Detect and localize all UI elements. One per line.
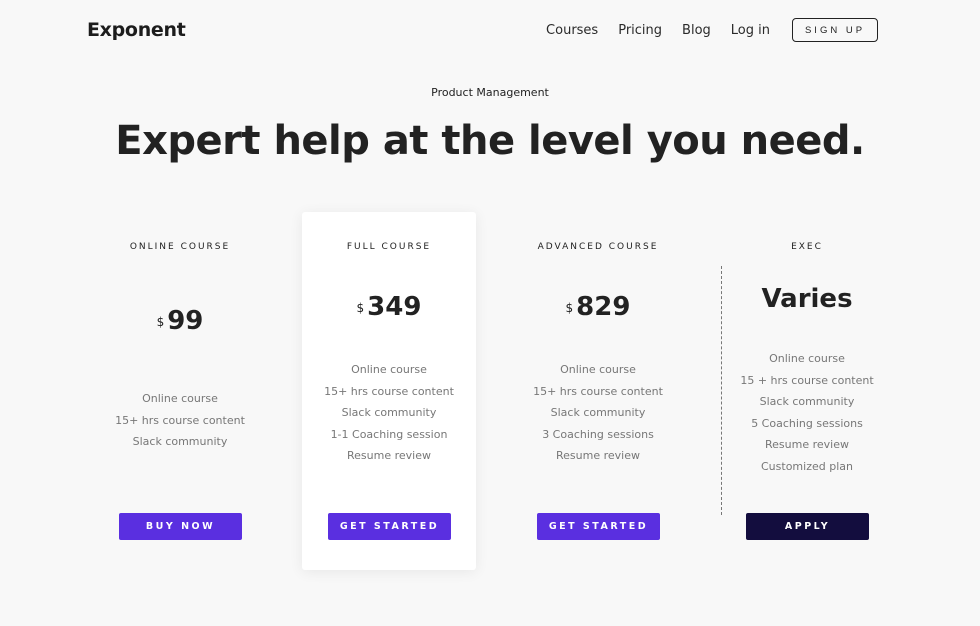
feature-item: Resume review [556, 449, 640, 462]
plan-card-full-course: FULL COURSE $349 Online course 15+ hrs c… [302, 212, 476, 570]
feature-item: Customized plan [761, 459, 853, 473]
feature-item: 15 + hrs course content [740, 373, 874, 387]
feature-item: 1-1 Coaching session [330, 427, 448, 441]
feature-item: Online course [560, 363, 636, 376]
feature-item: Resume review [765, 438, 849, 451]
feature-item: 3 Coaching sessions [542, 427, 654, 441]
top-nav: Exponent Courses Pricing Blog Log in SIG… [0, 0, 980, 62]
page-eyebrow: Product Management [431, 86, 549, 99]
feature-list: Online course 15 + hrs course content Sl… [720, 348, 894, 477]
feature-item: 15+ hrs course content [324, 384, 454, 398]
plan-price: $829 [511, 292, 685, 322]
plan-name: ADVANCED COURSE [537, 242, 659, 252]
feature-item: Slack community [550, 406, 646, 419]
price-amount: 829 [576, 292, 631, 322]
apply-button[interactable]: APPLY [746, 513, 869, 540]
feature-list: Online course 15+ hrs course content Sla… [511, 359, 685, 467]
get-started-button[interactable]: GET STARTED [328, 513, 451, 540]
feature-list: Online course 15+ hrs course content Sla… [93, 388, 267, 453]
nav-link-login[interactable]: Log in [731, 23, 770, 38]
plan-card-advanced-course: ADVANCED COURSE $829 Online course 15+ h… [511, 212, 685, 570]
page-title: Expert help at the level you need. [115, 118, 865, 164]
currency-symbol: $ [356, 301, 365, 315]
plan-name: ONLINE COURSE [129, 242, 231, 252]
plan-name: FULL COURSE [346, 242, 432, 252]
nav-links: Courses Pricing Blog Log in [546, 23, 770, 38]
nav-link-pricing[interactable]: Pricing [618, 23, 662, 38]
plan-price: $349 [302, 292, 476, 322]
buy-now-button[interactable]: BUY NOW [119, 513, 242, 540]
nav-link-courses[interactable]: Courses [546, 23, 598, 38]
price-amount: 99 [167, 306, 204, 336]
feature-item: 5 Coaching sessions [751, 416, 863, 430]
feature-list: Online course 15+ hrs course content Sla… [302, 359, 476, 467]
feature-item: Online course [351, 363, 427, 376]
feature-item: Online course [769, 352, 845, 365]
feature-item: Online course [142, 392, 218, 405]
exponent-logo[interactable]: Exponent [87, 19, 186, 41]
nav-link-blog[interactable]: Blog [682, 23, 711, 38]
feature-item: 15+ hrs course content [115, 413, 245, 427]
feature-item: 15+ hrs course content [533, 384, 663, 398]
currency-symbol: $ [565, 301, 574, 315]
price-amount: 349 [367, 292, 422, 322]
sign-up-button[interactable]: SIGN UP [792, 18, 878, 42]
plan-price: Varies [761, 284, 853, 314]
feature-item: Resume review [347, 449, 431, 462]
get-started-button[interactable]: GET STARTED [537, 513, 660, 540]
feature-item: Slack community [132, 435, 228, 448]
currency-symbol: $ [156, 315, 165, 329]
plan-card-exec: EXEC Varies Online course 15 + hrs cours… [720, 212, 894, 570]
plan-price: $99 [93, 306, 267, 336]
feature-item: Slack community [759, 395, 855, 408]
plan-name: EXEC [791, 242, 823, 252]
feature-item: Slack community [341, 406, 437, 419]
plan-card-online-course: ONLINE COURSE $99 Online course 15+ hrs … [93, 212, 267, 570]
